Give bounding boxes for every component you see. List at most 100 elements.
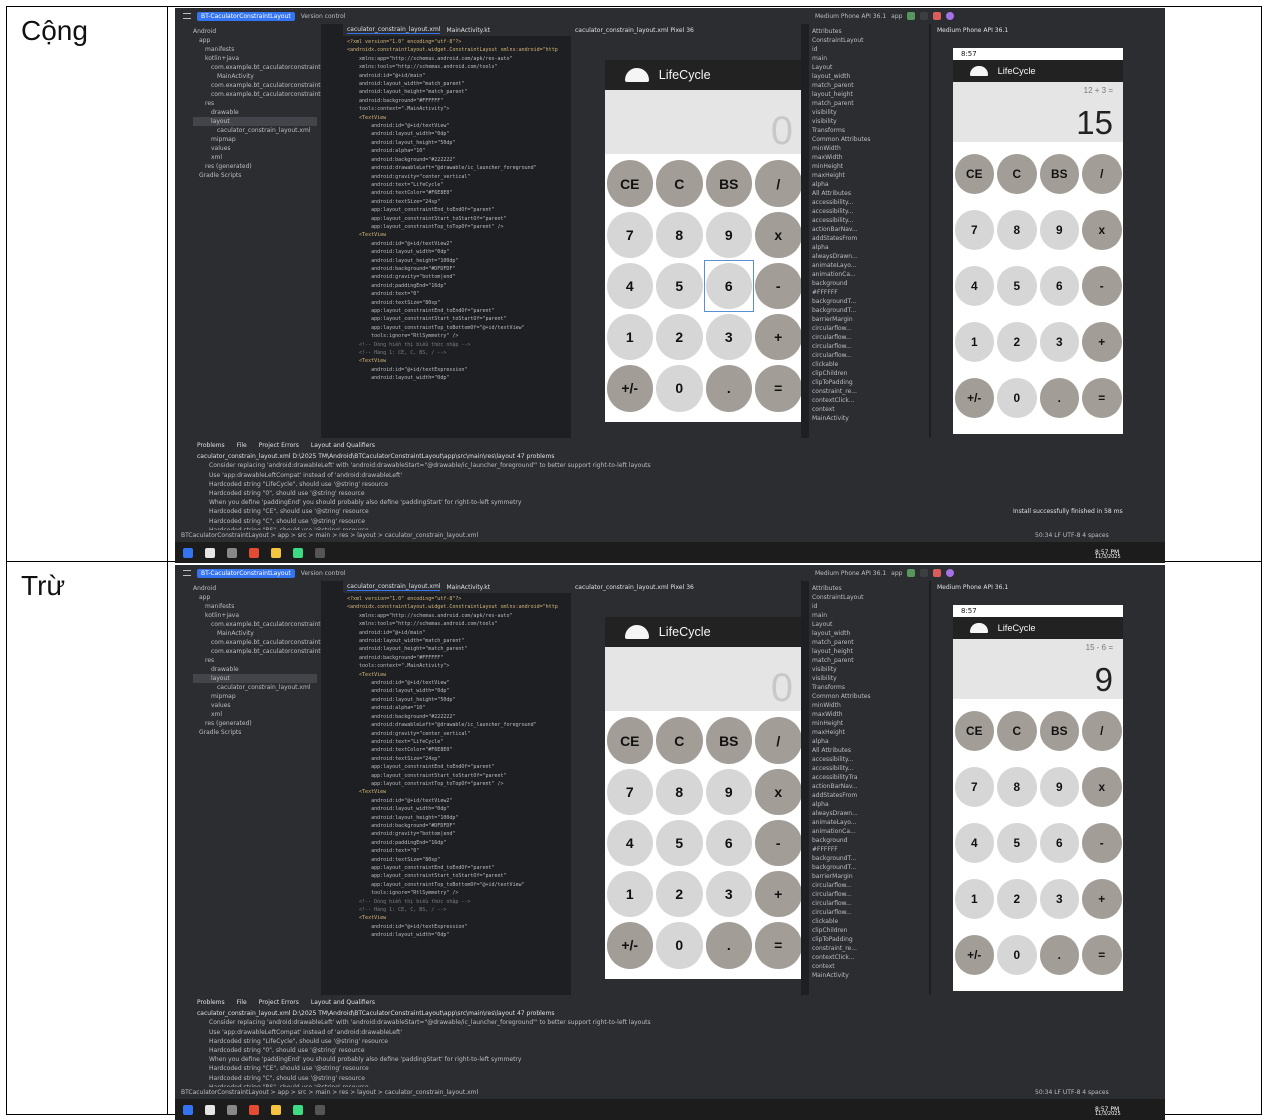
run-icon[interactable] (907, 12, 916, 20)
calc-button-5[interactable]: 5 (656, 262, 703, 310)
calc-button-c[interactable]: C (656, 160, 703, 207)
calc-button-plus[interactable]: + (755, 313, 801, 361)
calc-button-equals[interactable]: = (755, 365, 801, 412)
tree-item[interactable]: com.example.bt_caculatorconstraint (193, 81, 321, 90)
tree-item[interactable]: drawable (193, 665, 317, 674)
editor-tab[interactable]: caculator_constrain_layout.xml (347, 26, 441, 34)
attribute-row[interactable]: clickable (812, 360, 926, 369)
calc-button-8[interactable]: 8 (656, 768, 703, 816)
calc-button-3[interactable]: 3 (705, 313, 752, 361)
attribute-row[interactable]: circularflow... (812, 908, 926, 917)
calc-button-4[interactable]: 4 (606, 819, 653, 867)
project-selector[interactable]: BT-CaculatorConstraintLayout (197, 568, 295, 578)
calc-button-5[interactable]: 5 (997, 266, 1037, 306)
calc-button-9[interactable]: 9 (1039, 767, 1079, 807)
taskview-icon[interactable] (227, 1104, 237, 1115)
attribute-row[interactable]: circularflow... (812, 881, 926, 890)
attribute-row[interactable]: Transforms (812, 683, 926, 692)
attribute-row[interactable]: ConstraintLayout (812, 36, 926, 45)
attribute-row[interactable]: layout_width (812, 72, 926, 81)
calc-button-4[interactable]: 4 (954, 823, 994, 863)
calc-button-equals[interactable]: = (755, 922, 801, 969)
calc-button-divide[interactable]: / (755, 160, 801, 207)
device-selector[interactable]: Medium Phone API 36.1 (815, 570, 886, 577)
attribute-row[interactable]: backgroundT... (812, 863, 926, 872)
menu-icon[interactable] (183, 570, 191, 576)
calc-button-divide[interactable]: / (1082, 711, 1122, 751)
calc-button-dot[interactable]: . (1039, 378, 1079, 418)
calc-button-multiply[interactable]: x (1082, 210, 1122, 250)
tree-item[interactable]: xml (193, 710, 317, 719)
tree-item[interactable]: manifests (193, 45, 317, 54)
breadcrumb[interactable]: BTCaculatorConstraintLayout > app > src … (181, 532, 478, 539)
calc-button-2[interactable]: 2 (656, 313, 703, 361)
problem-item[interactable]: Hardcoded string "0", should use '@strin… (197, 1046, 1141, 1055)
calc-button-divide[interactable]: / (1082, 154, 1122, 194)
attribute-row[interactable]: context (812, 405, 926, 414)
problems-tab[interactable]: Layout and Qualifiers (311, 441, 375, 450)
tree-item[interactable]: com.example.bt_caculatorconstraint (193, 90, 321, 99)
attribute-row[interactable]: accessibilityTra (812, 773, 926, 782)
attribute-row[interactable]: match_parent (812, 81, 926, 90)
calc-button-4[interactable]: 4 (606, 262, 653, 310)
attribute-row[interactable]: maxHeight (812, 171, 926, 180)
attribute-row[interactable]: alpha (812, 243, 926, 252)
calc-button-plus[interactable]: + (1082, 879, 1122, 919)
problems-tab[interactable]: File (237, 998, 247, 1007)
calc-button-minus[interactable]: - (1082, 266, 1122, 306)
run-config[interactable]: app (891, 13, 902, 20)
tree-item[interactable]: mipmap (193, 135, 317, 144)
problems-tab[interactable]: Project Errors (259, 441, 299, 450)
calc-button-4[interactable]: 4 (954, 266, 994, 306)
attribute-row[interactable]: clipChildren (812, 369, 926, 378)
attribute-row[interactable]: All Attributes (812, 189, 926, 198)
attribute-row[interactable]: layout_height (812, 647, 926, 656)
run-config[interactable]: app (891, 570, 902, 577)
attribute-row[interactable]: actionBarNav... (812, 782, 926, 791)
attribute-row[interactable]: accessibility... (812, 207, 926, 216)
calc-button-3[interactable]: 3 (1039, 879, 1079, 919)
calc-button-ce[interactable]: CE (954, 711, 994, 751)
calc-button-bs[interactable]: BS (1039, 154, 1079, 194)
calc-button-1[interactable]: 1 (606, 870, 653, 918)
design-device[interactable]: Pixel (670, 584, 684, 591)
problem-item[interactable]: Consider replacing 'android:drawableLeft… (197, 1018, 1141, 1027)
code-editor[interactable]: caculator_constrain_layout.xml MainActivi… (343, 24, 571, 438)
tree-item[interactable]: MainActivity (193, 72, 317, 81)
gemini-icon[interactable] (946, 569, 955, 577)
calc-button-plus[interactable]: + (1082, 322, 1122, 362)
vcs-menu[interactable]: Version control (301, 13, 346, 20)
attribute-row[interactable]: clipToPadding (812, 935, 926, 944)
attribute-row[interactable]: ConstraintLayout (812, 593, 926, 602)
attribute-row[interactable]: maxWidth (812, 153, 926, 162)
calc-button-c[interactable]: C (656, 717, 703, 764)
attribute-row[interactable]: circularflow... (812, 899, 926, 908)
problems-tab[interactable]: Layout and Qualifiers (311, 998, 375, 1007)
attribute-row[interactable]: backgroundT... (812, 854, 926, 863)
calc-button-multiply[interactable]: x (1082, 767, 1122, 807)
chrome-icon[interactable] (249, 547, 259, 558)
attribute-row[interactable]: circularflow... (812, 324, 926, 333)
terminal-icon[interactable] (315, 1104, 325, 1115)
calc-button-0[interactable]: 0 (656, 922, 703, 969)
tree-item[interactable]: res (generated) (193, 719, 317, 728)
problem-item[interactable]: Use 'app:drawableLeftCompat' instead of … (197, 471, 1141, 480)
attribute-row[interactable]: backgroundT... (812, 297, 926, 306)
attribute-row[interactable]: main (812, 611, 926, 620)
attribute-row[interactable]: Common Attributes (812, 135, 926, 144)
calc-button-ce[interactable]: CE (954, 154, 994, 194)
calc-button-sign[interactable]: +/- (606, 922, 653, 969)
calc-button-c[interactable]: C (997, 711, 1037, 751)
terminal-icon[interactable] (315, 547, 325, 558)
calc-button-bs[interactable]: BS (705, 160, 752, 207)
tree-item[interactable]: drawable (193, 108, 317, 117)
calc-button-dot[interactable]: . (1039, 935, 1079, 975)
tree-item[interactable]: layout (193, 674, 317, 683)
design-api[interactable]: 36 (686, 27, 694, 34)
explorer-icon[interactable] (271, 547, 281, 558)
calc-button-bs[interactable]: BS (1039, 711, 1079, 751)
attribute-row[interactable]: #FFFFFF (812, 288, 926, 297)
calc-button-2[interactable]: 2 (997, 879, 1037, 919)
menu-icon[interactable] (183, 13, 191, 19)
debug-icon[interactable] (920, 12, 929, 20)
